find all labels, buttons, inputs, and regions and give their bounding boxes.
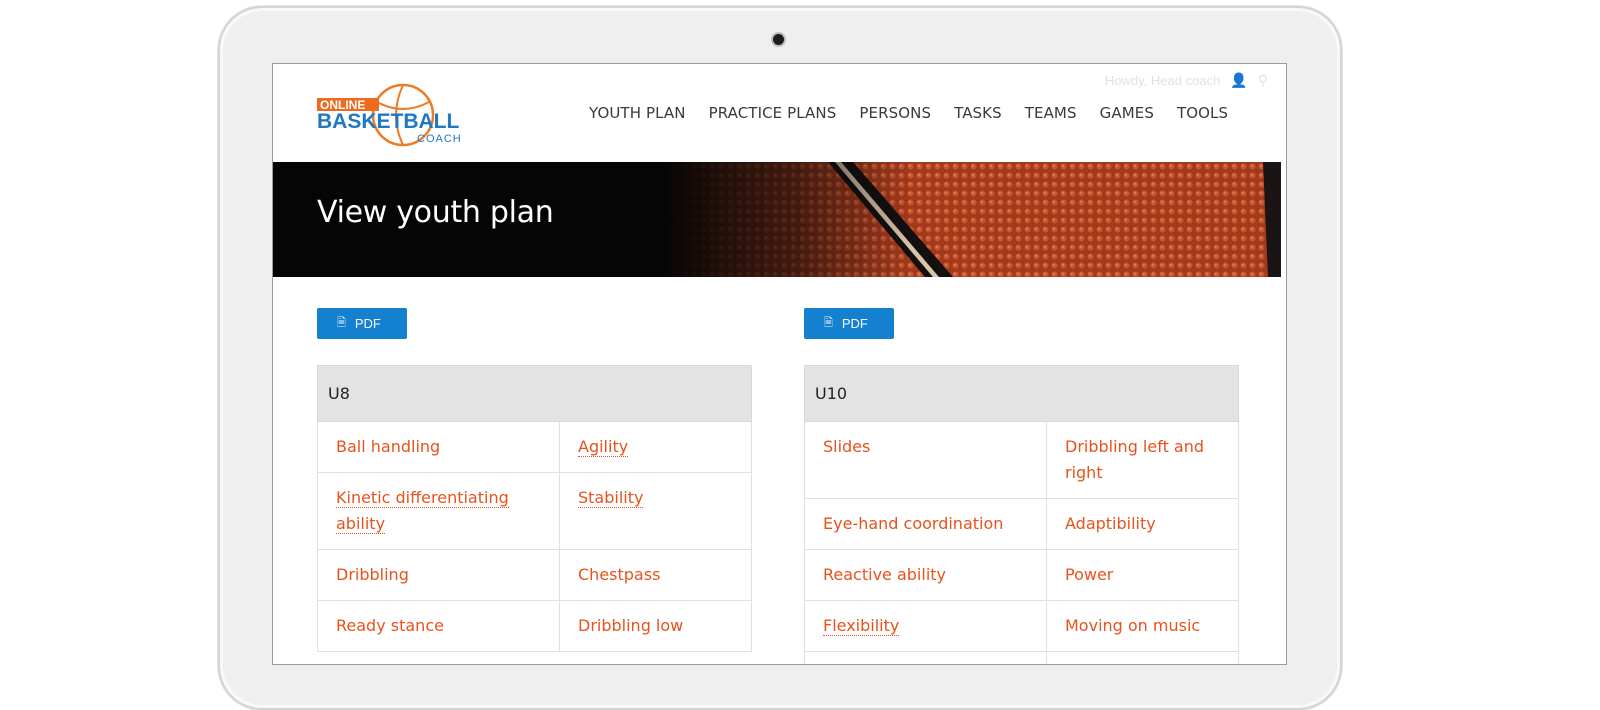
plan-column-u10: 🗎 PDF U10 Slides Dribbling left and right… — [804, 308, 1239, 664]
table-cell: Dribbling — [317, 549, 560, 601]
site-logo[interactable]: ONLINE BASKETBALL COACH — [317, 82, 477, 148]
pdf-icon: 🗎 — [337, 317, 346, 329]
hero-banner: View youth plan — [273, 162, 1281, 277]
table-cell: Power — [1046, 549, 1239, 601]
group-header: U10 — [804, 365, 1239, 422]
group-header: U8 — [317, 365, 752, 422]
table-cell: Kinetic differentiating ability — [317, 472, 560, 550]
nav-games[interactable]: GAMES — [1100, 104, 1154, 122]
nav-practice-plans[interactable]: PRACTICE PLANS — [709, 104, 837, 122]
skill-link[interactable]: Dribbling low — [578, 616, 683, 635]
table-cell: Reactive ability — [804, 549, 1047, 601]
table-cell: Teamwork — [804, 651, 1047, 664]
skill-link[interactable]: Adaptibility — [1065, 514, 1156, 533]
skill-link[interactable]: Agility — [578, 437, 629, 457]
page-title: View youth plan — [317, 195, 554, 230]
nav-tools[interactable]: TOOLS — [1177, 104, 1228, 122]
skill-link[interactable]: Eye-hand coordination — [823, 514, 1003, 533]
skill-link[interactable]: Dribbling — [336, 565, 409, 584]
table-cell: Responsibility — [1046, 651, 1239, 664]
skill-link[interactable]: Reactive ability — [823, 565, 946, 584]
nav-tasks[interactable]: TASKS — [954, 104, 1002, 122]
pdf-button-label: PDF — [354, 316, 381, 331]
search-icon[interactable]: ⚲ — [1258, 72, 1268, 89]
table-row: Eye-hand coordination Adaptibility — [804, 498, 1239, 550]
nav-persons[interactable]: PERSONS — [859, 104, 931, 122]
top-user-bar: Howdy, Head coach 👤 ⚲ — [1105, 72, 1268, 89]
skill-link[interactable]: Ready stance — [336, 616, 444, 635]
table-cell: Eye-hand coordination — [804, 498, 1047, 550]
camera-icon — [773, 34, 784, 45]
main-nav: YOUTH PLAN PRACTICE PLANS PERSONS TASKS … — [589, 104, 1228, 122]
skill-link[interactable]: Flexibility — [823, 616, 900, 636]
skill-link[interactable]: Stability — [578, 488, 644, 508]
table-cell: Ready stance — [317, 600, 560, 652]
table-row: Ball handling Agility — [317, 421, 752, 473]
plan-column-u8: 🗎 PDF U8 Ball handling Agility Kinetic dif… — [317, 308, 752, 652]
table-cell: Flexibility — [804, 600, 1047, 652]
table-row: Slides Dribbling left and right — [804, 421, 1239, 499]
pdf-button[interactable]: 🗎 PDF — [804, 308, 894, 339]
skill-link[interactable]: Ball handling — [336, 437, 440, 456]
browser-screen: Howdy, Head coach 👤 ⚲ ONLINE BASKETBALL … — [272, 63, 1287, 665]
user-icon[interactable]: 👤 — [1230, 72, 1247, 89]
nav-youth-plan[interactable]: YOUTH PLAN — [589, 104, 686, 122]
table-cell: Stability — [559, 472, 752, 550]
logo-line2: BASKETBALL — [317, 110, 459, 133]
table-cell: Ball handling — [317, 421, 560, 473]
table-cell: Agility — [559, 421, 752, 473]
skill-link[interactable]: Slides — [823, 437, 870, 456]
plan-table: U8 Ball handling Agility Kinetic different… — [317, 365, 752, 652]
nav-teams[interactable]: TEAMS — [1025, 104, 1077, 122]
skill-link[interactable]: Power — [1065, 565, 1113, 584]
logo-line3: COACH — [417, 133, 462, 145]
table-cell: Moving on music — [1046, 600, 1239, 652]
table-row: Kinetic differentiating ability Stability — [317, 472, 752, 550]
skill-link[interactable]: Kinetic differentiating ability — [336, 488, 509, 534]
skill-link[interactable]: Dribbling left and right — [1065, 437, 1204, 482]
table-row: Reactive ability Power — [804, 549, 1239, 601]
plan-table: U10 Slides Dribbling left and right Eye-ha… — [804, 365, 1239, 664]
pdf-button-label: PDF — [841, 316, 868, 331]
table-cell: Chestpass — [559, 549, 752, 601]
skill-link[interactable]: Chestpass — [578, 565, 660, 584]
table-row: TeamworkResponsibility — [804, 651, 1239, 664]
table-cell: Dribbling low — [559, 600, 752, 652]
table-row: Flexibility Moving on music — [804, 600, 1239, 652]
greeting-text: Howdy, Head coach — [1104, 73, 1221, 88]
table-row: Dribbling Chestpass — [317, 549, 752, 601]
table-cell: Adaptibility — [1046, 498, 1239, 550]
table-row: Ready stance Dribbling low — [317, 600, 752, 652]
pdf-button[interactable]: 🗎 PDF — [317, 308, 407, 339]
basketball-image — [663, 162, 1281, 277]
skill-link[interactable]: Moving on music — [1065, 616, 1200, 635]
table-cell: Dribbling left and right — [1046, 421, 1239, 499]
table-cell: Slides — [804, 421, 1047, 499]
pdf-icon: 🗎 — [824, 317, 833, 329]
